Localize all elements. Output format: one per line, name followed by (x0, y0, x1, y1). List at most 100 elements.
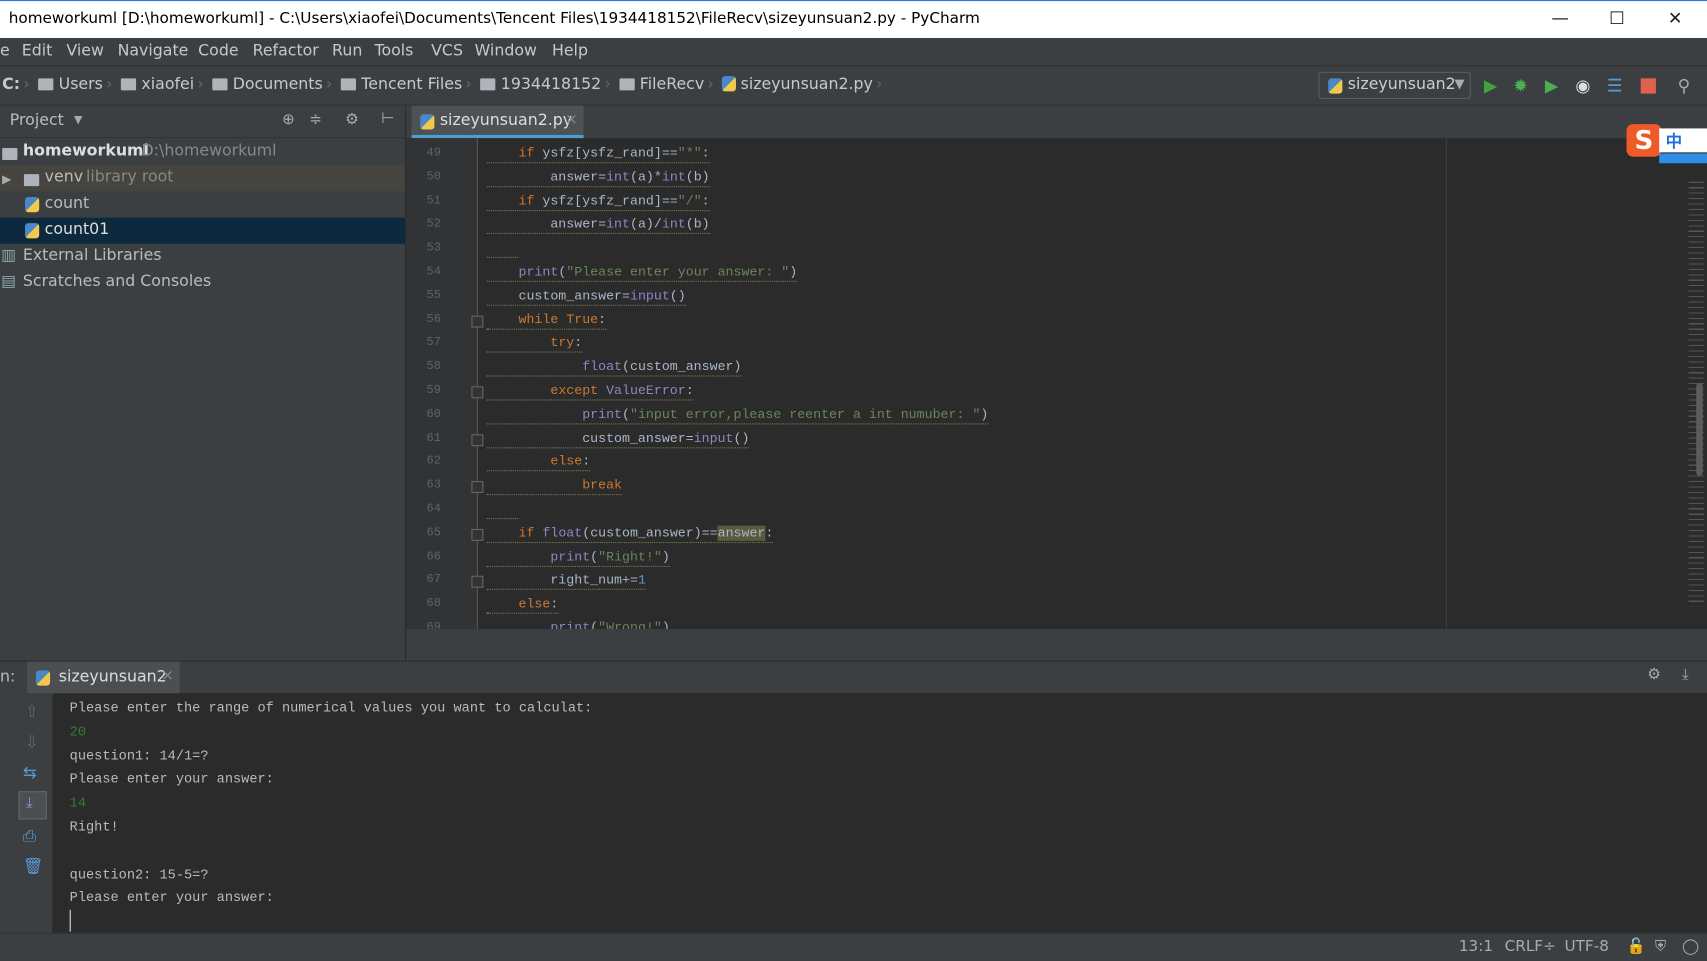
gear-icon[interactable]: ⚙ (1647, 666, 1661, 683)
code-token: ) (661, 549, 670, 565)
code-line (486, 501, 519, 520)
menu-run[interactable]: Run (332, 42, 362, 59)
event-log-icon[interactable]: ◯ (1682, 938, 1699, 955)
code-line: custom_answer=input() (486, 429, 750, 448)
run-config-dropdown[interactable]: sizeyunsuan2 ▼ (1318, 71, 1471, 100)
code-line: if ysfz[ysfz_rand]=="/": (486, 192, 710, 211)
locate-icon[interactable]: ⊕ (282, 111, 295, 128)
ime-mode[interactable]: 中 (1666, 130, 1682, 153)
arrow-up-icon[interactable]: ⇧ (25, 702, 39, 722)
cursor-position[interactable]: 13:1 (1459, 938, 1493, 955)
project-view-selector[interactable]: Project (10, 112, 64, 129)
code-token: try (550, 335, 575, 351)
tree-item-scratches[interactable]: ▤ Scratches and Consoles (0, 270, 405, 296)
tree-item-count01[interactable]: count01 (0, 217, 405, 244)
run-icon[interactable]: ▶ (1484, 75, 1497, 96)
chevron-right-icon[interactable]: ▶ (2, 172, 11, 186)
lock-icon[interactable]: 🔓 (1627, 938, 1646, 955)
concurrency-icon[interactable]: ☰ (1607, 75, 1623, 96)
breadcrumb-item[interactable]: 1934418152 (501, 76, 601, 93)
code-token: "Wrong!" (598, 620, 662, 630)
code-line: custom_answer=input() (486, 287, 686, 306)
tree-item-count[interactable]: count (0, 192, 405, 218)
code-token: : (574, 335, 583, 351)
scroll-to-end-button[interactable]: ⤓ (18, 791, 47, 820)
tree-item-homeworkuml[interactable]: homeworkuml D:\homeworkuml (0, 139, 405, 165)
breadcrumb-item[interactable]: Users (59, 76, 103, 93)
tree-item-label: homeworkuml (22, 142, 149, 160)
tree-item-hint: library root (86, 168, 174, 187)
code-token: (custom_answer) (622, 359, 742, 375)
collapse-all-icon[interactable]: ≑ (309, 111, 322, 128)
line-separator[interactable]: CRLF÷ (1505, 938, 1556, 955)
close-tab-icon[interactable]: × (161, 667, 174, 684)
fold-icon[interactable] (471, 386, 484, 399)
fold-icon[interactable] (471, 576, 484, 589)
fold-icon[interactable] (471, 481, 484, 494)
debug-icon[interactable]: ✹ (1513, 75, 1528, 96)
breadcrumb-drive[interactable]: C: (2, 76, 20, 93)
gear-icon[interactable]: ⚙ (345, 111, 359, 128)
right-margin-guide (1445, 138, 1447, 630)
soft-wrap-icon[interactable]: ⇆ (23, 763, 37, 783)
breadcrumb-item[interactable]: FileRecv (640, 76, 704, 93)
close-tab-icon[interactable]: × (565, 111, 578, 128)
menu-code[interactable]: Code (198, 42, 238, 59)
search-icon[interactable]: ⚲ (1678, 75, 1691, 96)
tree-item-hint: D:\homeworkuml (141, 142, 277, 160)
code-token: (b) (685, 216, 710, 233)
tab-sizeyunsuan2[interactable]: sizeyunsuan2.py × (411, 105, 584, 139)
profile-icon[interactable]: ◉ (1575, 75, 1590, 96)
print-icon[interactable]: ⎙ (23, 826, 36, 846)
file-encoding[interactable]: UTF-8 (1564, 938, 1608, 955)
run-panel-header: n: sizeyunsuan2 × ⚙ ⤓ (0, 660, 1707, 695)
arrow-down-icon[interactable]: ⇩ (25, 732, 39, 752)
maximize-button[interactable]: ☐ (1609, 8, 1625, 29)
code-token: () (669, 288, 686, 304)
hide-panel-icon[interactable]: ⊢ (381, 110, 394, 127)
editor-scrollbar[interactable] (1696, 383, 1703, 476)
code-token: if (518, 193, 543, 209)
menu-tools[interactable]: Tools (375, 42, 414, 59)
ime-toolbar[interactable]: S 中 (1626, 124, 1707, 165)
breadcrumb-file[interactable]: sizeyunsuan2.py (741, 76, 873, 93)
stop-icon[interactable] (1640, 78, 1656, 94)
folder-icon (37, 78, 54, 91)
tree-item-external-libraries[interactable]: ▥ External Libraries (0, 244, 405, 270)
tree-item-label: count (44, 194, 90, 213)
fold-icon[interactable] (471, 528, 484, 541)
code-token: if (518, 145, 543, 162)
code-token: ) (980, 406, 989, 423)
fold-icon[interactable] (471, 315, 484, 328)
menu-refactor[interactable]: Refactor (253, 42, 319, 59)
tree-item-venv[interactable]: ▶ venv library root (0, 165, 405, 192)
console-output-line: question1: 14/1=? (69, 748, 209, 764)
menu-navigate[interactable]: Navigate (118, 42, 189, 59)
breadcrumb-item[interactable]: xiaofei (141, 76, 194, 93)
code-token: if (518, 525, 543, 541)
code-token: : (582, 454, 591, 470)
code-line: while True: (486, 311, 607, 330)
hide-panel-icon[interactable]: ⤓ (1682, 666, 1689, 683)
trash-icon[interactable]: 🗑 (23, 856, 44, 876)
chevron-down-icon[interactable]: ▼ (74, 114, 82, 126)
menu-help[interactable]: Help (552, 42, 588, 59)
coverage-icon[interactable]: ▶ (1545, 75, 1558, 96)
menu-window[interactable]: Window (475, 42, 537, 59)
menu-vcs[interactable]: VCS (431, 42, 463, 59)
console-output[interactable]: Please enter the range of numerical valu… (53, 693, 1707, 933)
inspector-icon[interactable]: ⛨ (1655, 938, 1666, 955)
code-token: 1 (637, 572, 646, 589)
fold-icon[interactable] (471, 433, 484, 446)
run-tab-sizeyunsuan2[interactable]: sizeyunsuan2 × (27, 661, 180, 695)
menu-edit[interactable]: Edit (22, 42, 53, 59)
minimize-button[interactable]: — (1551, 8, 1568, 29)
breadcrumb-item[interactable]: Documents (233, 76, 323, 93)
code-editor[interactable]: 49 50 51 52 53 54 55 56 57 58 59 60 61 62 63 64 65 66 67 68… (406, 138, 1707, 630)
menu-file[interactable]: e (0, 42, 10, 59)
breadcrumb-item[interactable]: Tencent Files (361, 76, 462, 93)
close-button[interactable]: ✕ (1668, 8, 1683, 29)
menu-view[interactable]: View (66, 42, 103, 59)
